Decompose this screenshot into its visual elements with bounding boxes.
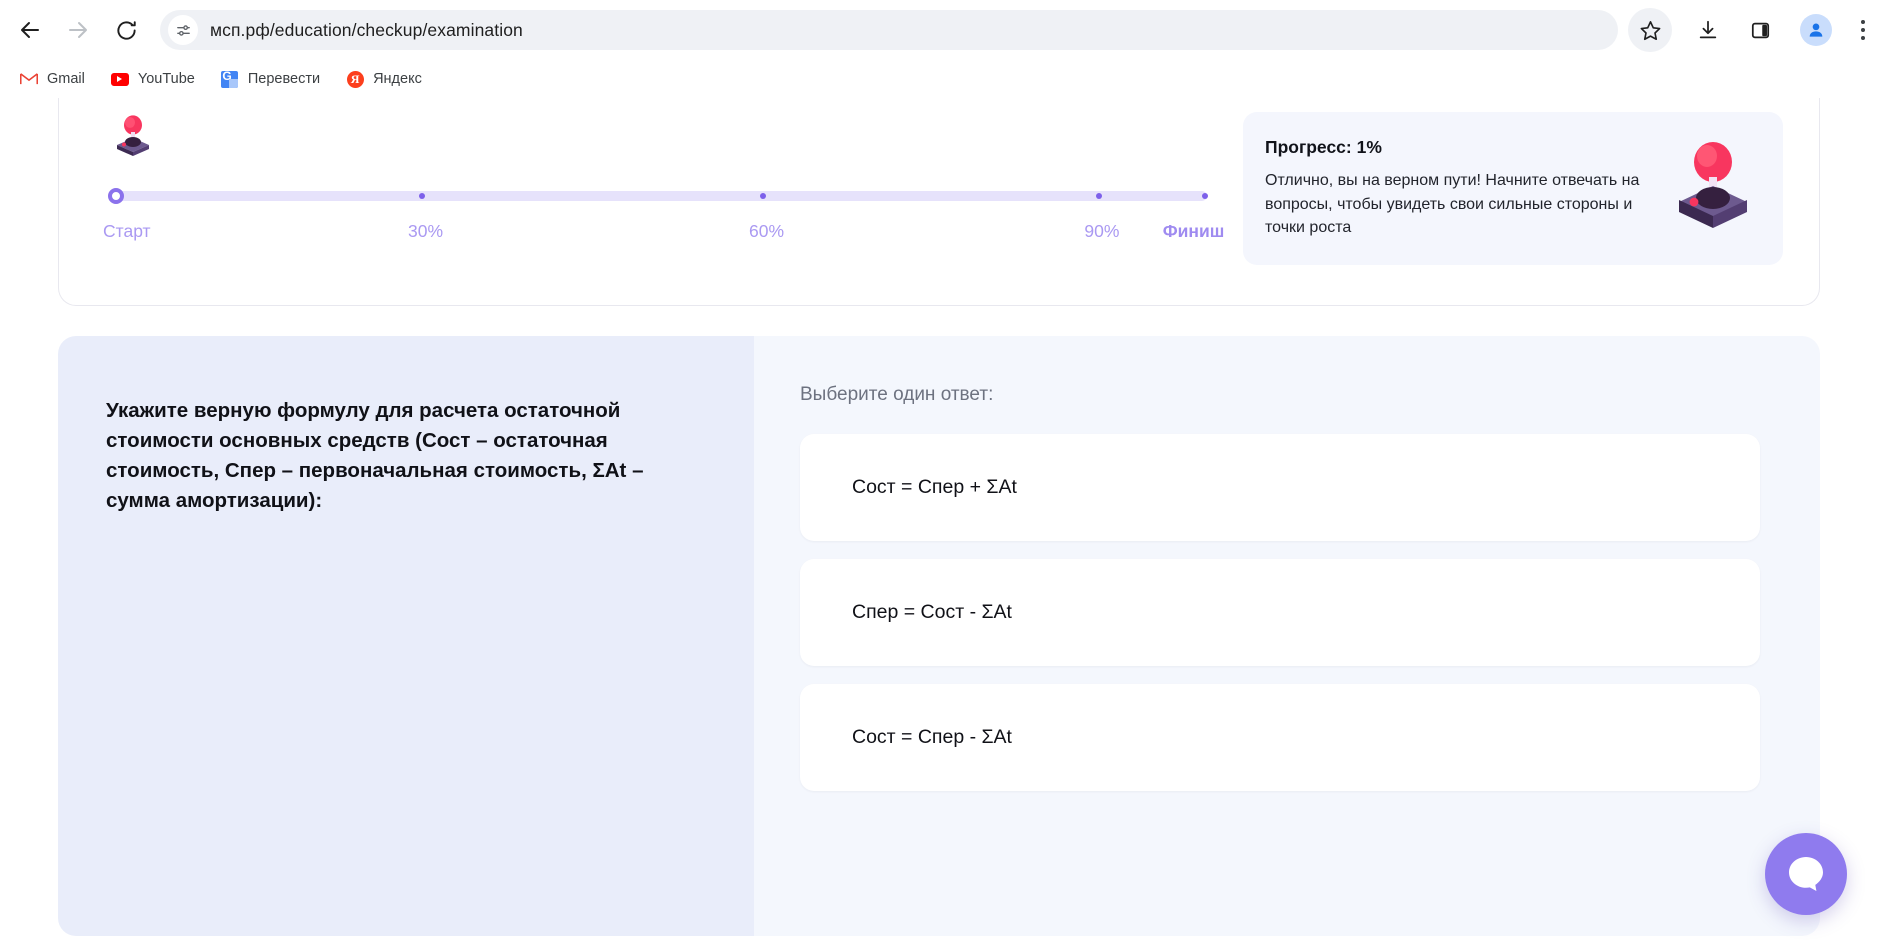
youtube-icon bbox=[110, 70, 129, 88]
joystick-icon bbox=[1667, 134, 1759, 243]
address-bar[interactable]: мсп.рф/education/checkup/examination bbox=[160, 10, 1618, 50]
yandex-icon: Я bbox=[346, 70, 364, 88]
bookmark-yandex[interactable]: Я Яндекс bbox=[336, 65, 432, 93]
progress-info-card: Прогресс: 1% Отлично, вы на верном пути!… bbox=[1243, 112, 1783, 265]
gmail-icon bbox=[20, 70, 38, 88]
progress-card: Старт 30% 60% 90% Финиш Прогресс: 1% Отл… bbox=[58, 98, 1820, 306]
forward-arrow-icon bbox=[69, 22, 87, 38]
reload-button[interactable] bbox=[106, 10, 146, 50]
progress-thumb[interactable] bbox=[108, 188, 124, 204]
answer-option-label: Спер = Сост - ΣAt bbox=[852, 601, 1012, 623]
bookmark-label: Gmail bbox=[47, 71, 85, 87]
answer-option[interactable]: Сост = Спер + ΣAt bbox=[800, 434, 1760, 541]
back-arrow-icon bbox=[21, 22, 39, 38]
progress-track bbox=[115, 191, 1207, 201]
question-pane: Укажите верную формулу для расчета остат… bbox=[58, 336, 754, 936]
bookmark-button[interactable] bbox=[1628, 8, 1672, 52]
bookmark-label: YouTube bbox=[137, 71, 195, 87]
browser-window: мсп.рф/education/checkup/examination Gma… bbox=[0, 0, 1894, 952]
bookmark-gmail[interactable]: Gmail bbox=[10, 65, 95, 93]
progress-milestone-90 bbox=[1095, 193, 1102, 199]
progress-bar[interactable] bbox=[95, 188, 1213, 204]
answers-prompt: Выберите один ответ: bbox=[800, 384, 994, 405]
progress-labels: Старт 30% 60% 90% Финиш bbox=[95, 221, 1224, 245]
forward-button[interactable] bbox=[58, 10, 98, 50]
answer-option[interactable]: Сост = Спер - ΣAt bbox=[800, 684, 1760, 791]
joystick-icon bbox=[111, 112, 1213, 169]
side-panel-icon bbox=[1751, 22, 1769, 38]
browser-menu-button[interactable] bbox=[1846, 8, 1880, 52]
answer-option-label: Сост = Спер - ΣAt bbox=[852, 726, 1012, 748]
answer-option[interactable]: Спер = Сост - ΣAt bbox=[800, 559, 1760, 666]
site-settings-button[interactable] bbox=[168, 15, 198, 45]
site-settings-icon bbox=[176, 24, 190, 36]
progress-label-finish: Финиш bbox=[1162, 221, 1225, 241]
bookmark-label: Яндекс bbox=[373, 71, 422, 87]
bookmark-translate[interactable]: Перевести bbox=[211, 65, 330, 93]
downloads-button[interactable] bbox=[1686, 8, 1730, 52]
google-translate-icon bbox=[221, 70, 239, 88]
download-icon bbox=[1699, 20, 1717, 39]
browser-toolbar: мсп.рф/education/checkup/examination bbox=[0, 0, 1894, 60]
page-content: Старт 30% 60% 90% Финиш Прогресс: 1% Отл… bbox=[0, 98, 1878, 936]
progress-label-60: 60% bbox=[749, 221, 785, 241]
progress-milestone-finish bbox=[1201, 193, 1208, 199]
bookmark-label: Перевести bbox=[247, 71, 321, 87]
bookmarks-bar: Gmail YouTube Перевести Я Яндекс bbox=[0, 60, 1894, 98]
side-panel-button[interactable] bbox=[1738, 8, 1782, 52]
answer-option-label: Сост = Спер + ΣAt bbox=[852, 476, 1017, 498]
progress-label-90: 90% bbox=[1084, 221, 1120, 241]
chat-bubble-icon bbox=[1789, 857, 1823, 891]
progress-label-30: 30% bbox=[408, 221, 444, 241]
chat-widget-button[interactable] bbox=[1765, 833, 1847, 915]
kebab-menu-icon bbox=[1861, 20, 1865, 24]
page-viewport: Старт 30% 60% 90% Финиш Прогресс: 1% Отл… bbox=[0, 98, 1894, 952]
url-text[interactable]: мсп.рф/education/checkup/examination bbox=[210, 20, 523, 41]
bookmark-youtube[interactable]: YouTube bbox=[101, 65, 205, 93]
question-card: Укажите верную формулу для расчета остат… bbox=[58, 336, 1820, 936]
question-text: Укажите верную формулу для расчета остат… bbox=[106, 399, 644, 512]
progress-info-text: Прогресс: 1% Отлично, вы на верном пути!… bbox=[1265, 137, 1653, 240]
reload-icon bbox=[116, 20, 136, 40]
profile-button[interactable] bbox=[1800, 14, 1832, 46]
profile-avatar-icon bbox=[1809, 23, 1823, 37]
progress-percent-title: Прогресс: 1% bbox=[1265, 136, 1382, 157]
progress-track-area: Старт 30% 60% 90% Финиш bbox=[95, 98, 1224, 245]
page-right-gutter bbox=[1878, 98, 1894, 952]
back-button[interactable] bbox=[10, 10, 50, 50]
star-icon bbox=[1640, 20, 1660, 40]
answers-pane: Выберите один ответ: Сост = Спер + ΣAt С… bbox=[754, 336, 1820, 936]
progress-label-start: Старт bbox=[103, 221, 151, 241]
progress-description: Отлично, вы на верном пути! Начните отве… bbox=[1265, 171, 1640, 237]
